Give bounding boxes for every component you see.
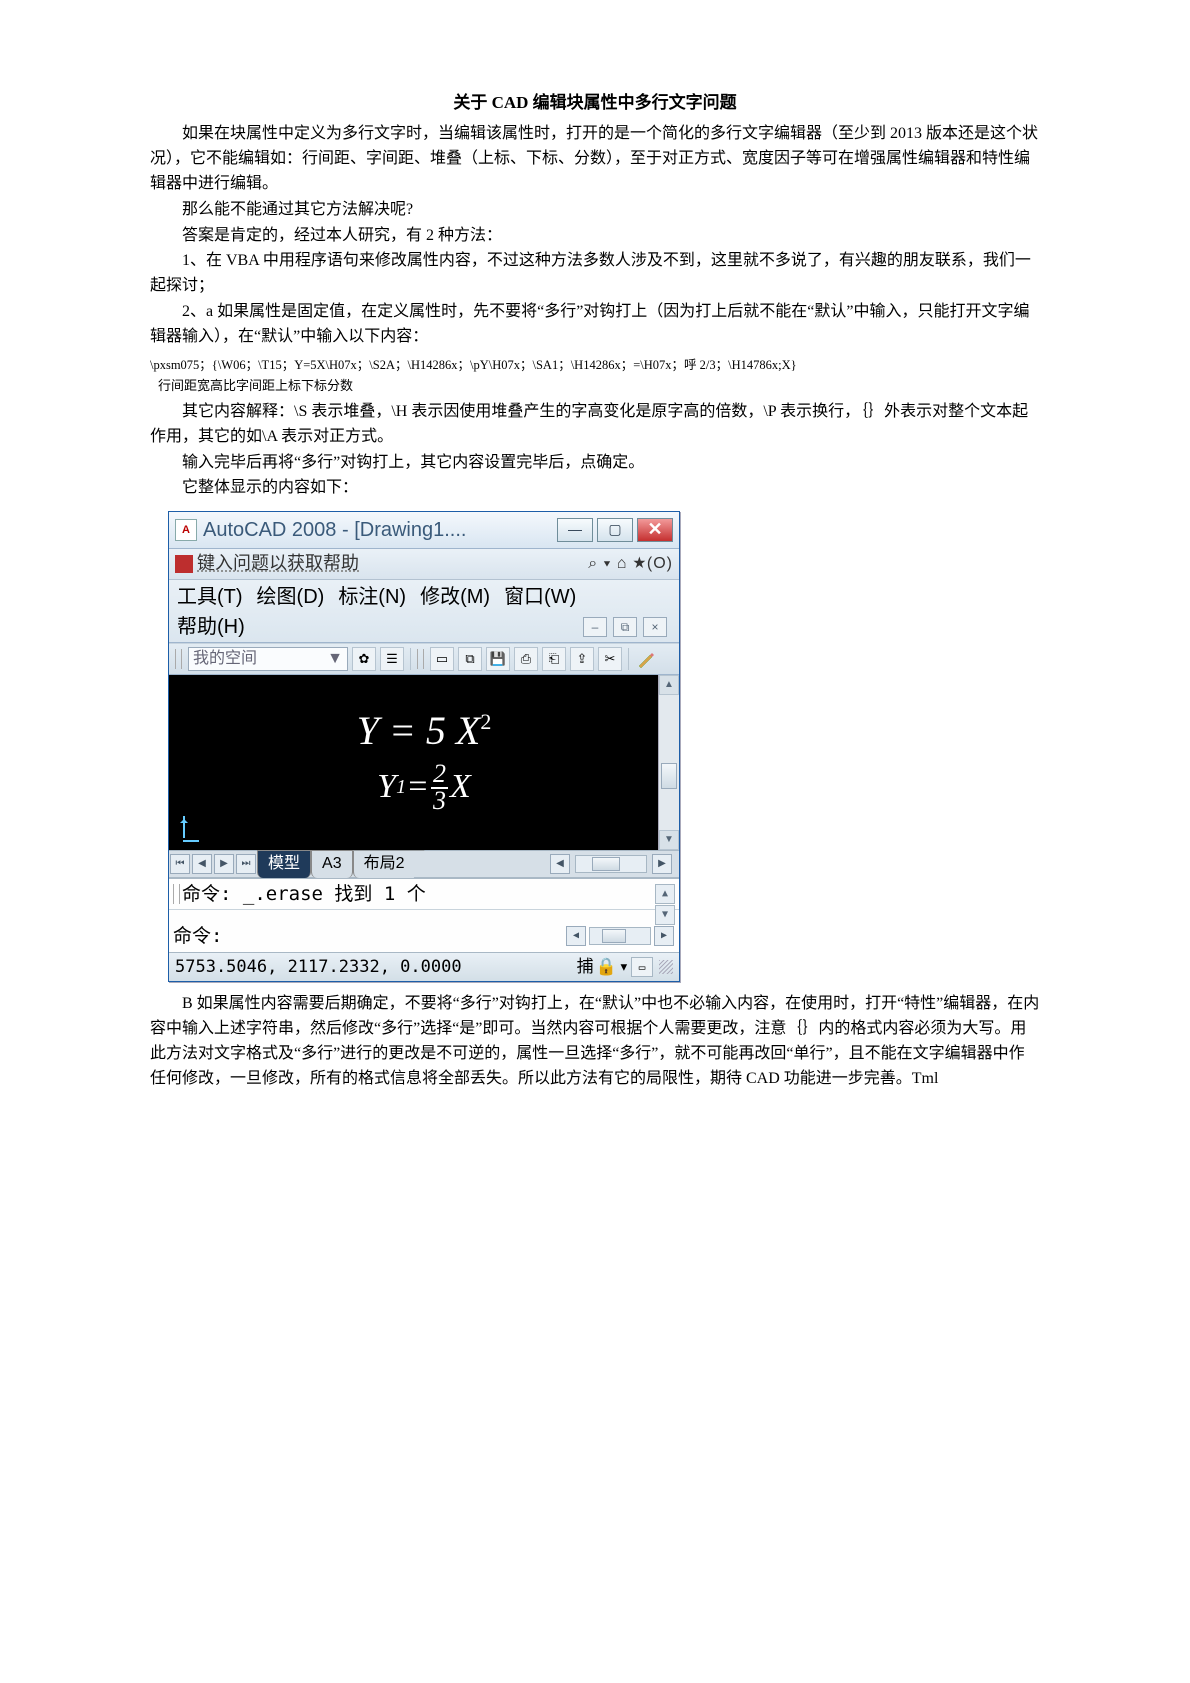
scroll-thumb[interactable]: [661, 763, 677, 789]
toolbar: 我的空间 ▼ ✿ ☰ ▭ ⧉ 💾 ⎙ ⎗ ⇪ ✂: [169, 643, 679, 675]
menu-bar: 工具(T) 绘图(D) 标注(N) 修改(M) 窗口(W) 帮助(H) – ⧉ …: [169, 580, 679, 643]
lock-icon[interactable]: 🔒: [596, 954, 617, 980]
menu-help[interactable]: 帮助(H): [177, 612, 245, 643]
paragraph-3: 答案是肯定的，经过本人研究，有 2 种方法：: [150, 224, 1040, 249]
menu-draw[interactable]: 绘图(D): [257, 582, 325, 613]
mdi-restore-button[interactable]: ⧉: [613, 617, 637, 637]
cmd-hscroll-right[interactable]: ▶: [654, 926, 674, 946]
paragraph-8: 它整体显示的内容如下：: [150, 476, 1040, 501]
eq1-superscript: 2: [480, 709, 491, 734]
autocad-app-icon: A: [175, 519, 197, 541]
equation-2: Y1= 2 3 X: [377, 761, 471, 814]
horizontal-scrollbar[interactable]: [575, 855, 647, 873]
open-icon[interactable]: ⧉: [458, 647, 482, 671]
hscroll-thumb[interactable]: [592, 857, 620, 871]
status-toggle-button[interactable]: ▭: [631, 957, 653, 977]
mdi-close-button[interactable]: ×: [643, 617, 667, 637]
command-history-line: 命令: _.erase 找到 1 个: [182, 880, 426, 909]
doc-title: 关于 CAD 编辑块属性中多行文字问题: [150, 90, 1040, 116]
equation-1: Y = 5 X2: [357, 711, 492, 751]
tab-nav-prev[interactable]: ◀: [192, 854, 212, 874]
cmd-grip[interactable]: [173, 884, 180, 904]
eq1-base: Y = 5 X: [357, 708, 481, 753]
hscroll-left[interactable]: ◀: [550, 854, 570, 874]
tab-a3[interactable]: A3: [311, 850, 353, 878]
status-bar: 5753.5046, 2117.2332, 0.0000 捕 🔒 ▾ ▭: [169, 953, 679, 981]
eq2-subscript: 1: [396, 772, 406, 803]
plot-preview-icon[interactable]: ⎗: [542, 647, 566, 671]
maximize-button[interactable]: ▢: [597, 518, 633, 542]
hscroll-right[interactable]: ▶: [652, 854, 672, 874]
cmd-scroll-up[interactable]: ▲: [655, 884, 675, 904]
paragraph-1: 如果在块属性中定义为多行文字时，当编辑该属性时，打开的是一个简化的多行文字编辑器…: [150, 122, 1040, 196]
mdi-minimize-button[interactable]: –: [583, 617, 607, 637]
coordinates-display: 5753.5046, 2117.2332, 0.0000: [175, 954, 462, 980]
eq2-x: X: [450, 761, 471, 814]
tab-nav-last[interactable]: ⏭: [236, 854, 256, 874]
ucs-icon: [175, 816, 195, 844]
infocenter-bar: 键入问题以获取帮助 ⌕ ▾ ⌂ ★(O): [169, 549, 679, 580]
vertical-scrollbar[interactable]: ▲ ▼: [658, 675, 679, 850]
tab-model[interactable]: 模型: [257, 850, 311, 878]
paragraph-4: 1、在 VBA 中用程序语句来修改属性内容，不过这种方法多数人涉及不到，这里就不…: [150, 249, 1040, 299]
infocenter-icon: [175, 555, 193, 573]
cmd-hscroll-left[interactable]: ◀: [566, 926, 586, 946]
eq2-fraction: 2 3: [431, 762, 448, 813]
drawing-canvas[interactable]: Y = 5 X2 Y1= 2 3 X ▲ ▼: [169, 675, 679, 850]
paragraph-9: B 如果属性内容需要后期确定，不要将“多行”对钩打上，在“默认”中也不必输入内容…: [150, 992, 1040, 1091]
publish-icon[interactable]: ⇪: [570, 647, 594, 671]
scroll-down-button[interactable]: ▼: [659, 830, 679, 850]
menu-modify[interactable]: 修改(M): [420, 582, 490, 613]
window-titlebar: A AutoCAD 2008 - [Drawing1.... — ▢ ✕: [169, 512, 679, 549]
scroll-up-button[interactable]: ▲: [659, 675, 679, 695]
note-line: 行间距宽高比字间距上标下标分数: [158, 376, 1040, 396]
status-dropdown-icon[interactable]: ▾: [619, 954, 629, 980]
cmd-hscroll-thumb[interactable]: [602, 929, 626, 943]
infocenter-buttons[interactable]: ⌕ ▾ ⌂ ★(O): [588, 552, 673, 577]
print-icon[interactable]: ⎙: [514, 647, 538, 671]
toolbar-grip[interactable]: [175, 649, 182, 669]
chevron-down-icon: ▼: [327, 647, 343, 672]
code-string: \pxsm075；{\W06；\T15；Y=5X\H07x；\S2A；\H142…: [150, 356, 1040, 375]
fraction-numerator: 2: [433, 762, 446, 787]
command-prompt[interactable]: 命令:: [173, 922, 222, 951]
fraction-denominator: 3: [431, 787, 448, 814]
save-icon[interactable]: 💾: [486, 647, 510, 671]
autocad-screenshot: A AutoCAD 2008 - [Drawing1.... — ▢ ✕ 键入问…: [168, 511, 680, 982]
window-title: AutoCAD 2008 - [Drawing1....: [203, 515, 557, 546]
new-icon[interactable]: ▭: [430, 647, 454, 671]
eq2-equals: =: [406, 761, 429, 814]
paragraph-7: 输入完毕后再将“多行”对钩打上，其它内容设置完毕后，点确定。: [150, 451, 1040, 476]
cut-icon[interactable]: ✂: [598, 647, 622, 671]
tab-nav-next[interactable]: ▶: [214, 854, 234, 874]
snap-label[interactable]: 捕: [577, 954, 594, 980]
menu-dimension[interactable]: 标注(N): [338, 582, 406, 613]
tab-layout2[interactable]: 布局2: [353, 850, 425, 878]
close-button[interactable]: ✕: [637, 518, 673, 542]
paragraph-6: 其它内容解释：\S 表示堆叠，\H 表示因使用堆叠产生的字高变化是原字高的倍数，…: [150, 400, 1040, 450]
workspace-label: 我的空间: [193, 647, 257, 672]
workspace-lock-icon[interactable]: ☰: [380, 647, 404, 671]
minimize-button[interactable]: —: [557, 518, 593, 542]
pencil-icon[interactable]: [635, 648, 657, 670]
command-window: 命令: _.erase 找到 1 个 ▲ ▼ 命令: ◀ ▶: [169, 878, 679, 953]
infocenter-input[interactable]: 键入问题以获取帮助: [197, 550, 359, 578]
eq2-y: Y: [377, 761, 396, 814]
resize-grip[interactable]: [659, 960, 673, 974]
paragraph-5: 2、a 如果属性是固定值，在定义属性时，先不要将“多行”对钩打上（因为打上后就不…: [150, 300, 1040, 350]
menu-window[interactable]: 窗口(W): [504, 582, 576, 613]
cmd-hscrollbar[interactable]: [589, 927, 651, 945]
workspace-settings-icon[interactable]: ✿: [352, 647, 376, 671]
cmd-scroll-down[interactable]: ▼: [655, 905, 675, 925]
toolbar-grip-2[interactable]: [417, 649, 424, 669]
layout-tab-bar: ⏮ ◀ ▶ ⏭ 模型 A3 布局2 ◀ ▶: [169, 850, 679, 878]
paragraph-2: 那么能不能通过其它方法解决呢?: [150, 198, 1040, 223]
workspace-dropdown[interactable]: 我的空间 ▼: [188, 647, 348, 671]
menu-tools[interactable]: 工具(T): [177, 582, 243, 613]
tab-nav-first[interactable]: ⏮: [170, 854, 190, 874]
